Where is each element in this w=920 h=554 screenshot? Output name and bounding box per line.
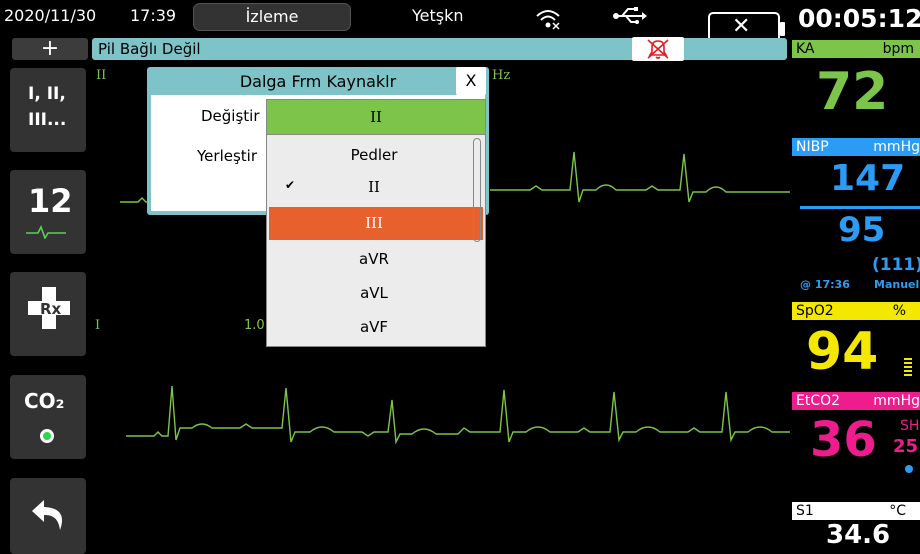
- mode-indicator[interactable]: İzleme: [193, 3, 351, 31]
- spo2-unit: %: [892, 303, 906, 319]
- etco2-unit: mmHg: [873, 393, 920, 409]
- resp-value: 25: [893, 436, 919, 457]
- dropdown-selected-value: II: [370, 108, 382, 126]
- spo2-header[interactable]: SpO2 %: [792, 302, 920, 320]
- ecg-waveform-bottom: [126, 385, 790, 445]
- hr-name: KA: [796, 41, 815, 57]
- nibp-mean: (111): [872, 255, 920, 275]
- ecg-gain-label: 1.0: [244, 318, 265, 333]
- time-text: 17:39: [130, 6, 177, 25]
- ecg-lead-bottom-label: I: [95, 318, 101, 333]
- temp-name: S1: [796, 503, 814, 519]
- temp-header[interactable]: S1 °C: [792, 502, 920, 520]
- nibp-time: @ 17:36: [800, 278, 850, 291]
- alarm-off-icon[interactable]: [632, 37, 684, 61]
- nibp-systolic: 147: [830, 158, 906, 199]
- back-arrow-icon: [30, 496, 70, 540]
- spo2-value: 94: [806, 322, 879, 382]
- option-iii: III: [365, 214, 383, 232]
- hr-unit: bpm: [882, 41, 914, 57]
- ecg-wave-icon: [26, 224, 66, 243]
- option-pedler[interactable]: Pedler: [269, 140, 479, 171]
- nibp-mode: Manuel: [874, 278, 920, 291]
- dropdown-selected[interactable]: II: [267, 100, 485, 135]
- alert-message: Pil Bağlı Değil: [98, 40, 201, 58]
- ecg-lead-top-label: II: [96, 68, 107, 83]
- option-ii[interactable]: II: [269, 172, 479, 203]
- signal-strength-icon: [904, 356, 912, 376]
- twelve-lead-label: 12: [28, 182, 73, 220]
- etco2-header[interactable]: EtCO2 mmHg: [792, 392, 920, 410]
- checkmark-icon: ✔: [285, 178, 296, 192]
- source-dropdown[interactable]: II Pedler II ✔ III aVR aVL aVF: [266, 99, 486, 347]
- back-button[interactable]: [10, 478, 86, 554]
- date-text: 2020/11/30: [4, 6, 97, 25]
- nibp-divider: [800, 206, 920, 209]
- hr-header[interactable]: KA bpm: [792, 40, 920, 58]
- rx-label: Rx: [40, 300, 62, 318]
- patient-type-text: Yetşkn: [412, 6, 464, 25]
- usb-icon: [612, 5, 648, 27]
- leads-button[interactable]: I, II, III...: [10, 68, 86, 152]
- nibp-diastolic: 95: [838, 210, 886, 250]
- resp-label: SH: [900, 418, 920, 434]
- option-avl[interactable]: aVL: [269, 278, 479, 309]
- change-label[interactable]: Değiştir: [201, 107, 260, 125]
- etco2-value: 36: [810, 412, 877, 468]
- place-label[interactable]: Yerleştir: [197, 147, 257, 165]
- breath-indicator-dot: [905, 465, 913, 473]
- add-button[interactable]: +: [12, 38, 88, 60]
- close-button[interactable]: X: [456, 67, 486, 95]
- nibp-header[interactable]: NIBP mmHg: [792, 138, 920, 156]
- co2-label: CO₂: [24, 389, 65, 413]
- option-avf[interactable]: aVF: [269, 312, 479, 343]
- leads-line1: I, II,: [28, 84, 66, 104]
- elapsed-timer: 00:05:12: [798, 4, 920, 33]
- temp-value: 34.6: [826, 520, 891, 550]
- temp-unit: °C: [889, 503, 906, 519]
- dialog-title: Dalga Frm Kaynaklr: [239, 72, 397, 91]
- co2-button[interactable]: CO₂: [10, 375, 86, 459]
- leads-line2: III...: [28, 110, 67, 130]
- etco2-name: EtCO2: [796, 393, 841, 409]
- wifi-off-icon: [534, 4, 562, 32]
- nibp-unit: mmHg: [873, 139, 920, 155]
- rx-button[interactable]: Rx: [10, 272, 86, 356]
- co2-status-led: [40, 429, 54, 443]
- dropdown-scrollbar[interactable]: [473, 138, 481, 242]
- nibp-name: NIBP: [796, 139, 829, 155]
- battery-terminal: [780, 22, 785, 36]
- ecg-filter-label: Hz: [492, 68, 511, 83]
- option-iii-highlight[interactable]: III: [269, 207, 483, 240]
- twelve-lead-button[interactable]: 12: [10, 170, 86, 254]
- spo2-name: SpO2: [796, 303, 834, 319]
- option-avr[interactable]: aVR: [269, 244, 479, 275]
- hr-value: 72: [816, 62, 889, 122]
